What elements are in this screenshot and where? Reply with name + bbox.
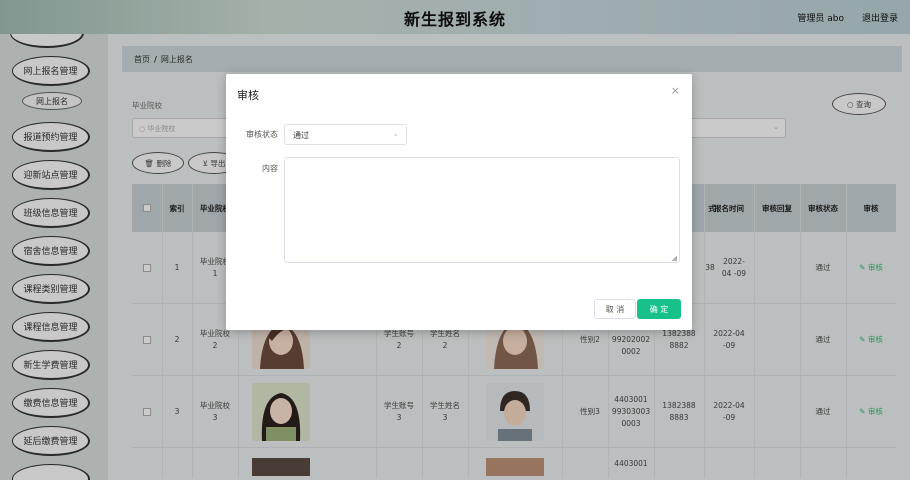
cancel-button[interactable]: 取 消 bbox=[594, 299, 636, 319]
confirm-button[interactable]: 确 定 bbox=[637, 299, 681, 319]
content-label: 内容 bbox=[262, 164, 278, 173]
status-select[interactable]: 通过 ⌄ bbox=[284, 124, 407, 145]
chevron-down-icon: ⌄ bbox=[392, 129, 399, 138]
status-label: 审核状态 bbox=[246, 130, 278, 139]
close-icon[interactable]: × bbox=[671, 84, 680, 97]
status-select-value: 通过 bbox=[293, 131, 309, 140]
resize-handle-icon[interactable]: ◢ bbox=[672, 254, 677, 262]
dialog-title: 审核 bbox=[237, 89, 259, 102]
audit-dialog: 审核 × 审核状态 通过 ⌄ 内容 ◢ 取 消 确 定 bbox=[226, 74, 692, 330]
content-textarea[interactable]: ◢ bbox=[284, 157, 680, 263]
